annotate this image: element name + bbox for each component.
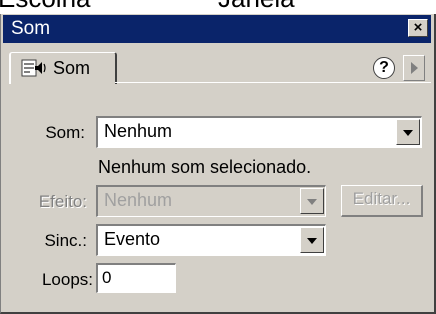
sync-dropdown-button[interactable] [300, 227, 324, 253]
panel-menu-arrow-button[interactable] [403, 55, 425, 81]
tab-sound[interactable]: Som [9, 52, 117, 84]
close-icon: × [413, 19, 423, 36]
sound-select-value: Nenhum [104, 121, 173, 141]
sync-select-value: Evento [104, 229, 161, 249]
loops-input[interactable]: 0 [96, 263, 176, 293]
sound-status-text: Nenhum som selecionado. [98, 157, 312, 177]
window-title: Som [11, 18, 51, 39]
tab-strip: Som ? [5, 52, 431, 84]
help-button[interactable]: ? [373, 57, 395, 79]
sound-properties-icon [21, 59, 46, 77]
title-bar[interactable]: Som × [3, 15, 431, 43]
sync-label: Sinc.: [44, 231, 87, 250]
loops-label: Loops: [41, 270, 93, 289]
effect-select-value: Nenhum [104, 190, 173, 210]
sync-select[interactable]: Evento [96, 224, 326, 256]
sound-panel: Som × Som ? Som: Nenhum Nenhum som selec… [0, 14, 436, 314]
caption-left: Escolha [0, 0, 91, 11]
sound-select[interactable]: Nenhum [96, 116, 422, 148]
sound-dropdown-button[interactable] [396, 119, 420, 145]
effect-dropdown-button[interactable] [300, 188, 324, 214]
effect-select[interactable]: Nenhum [96, 185, 326, 217]
tab-divider [115, 82, 431, 83]
edit-button[interactable]: Editar... [341, 185, 423, 217]
tab-sound-label: Som [53, 58, 91, 78]
caption-right: Janela [218, 0, 295, 11]
help-icon: ? [379, 59, 389, 76]
effect-label: Efeito: [38, 192, 87, 211]
close-button[interactable]: × [408, 19, 428, 37]
sound-label: Som: [45, 123, 85, 142]
